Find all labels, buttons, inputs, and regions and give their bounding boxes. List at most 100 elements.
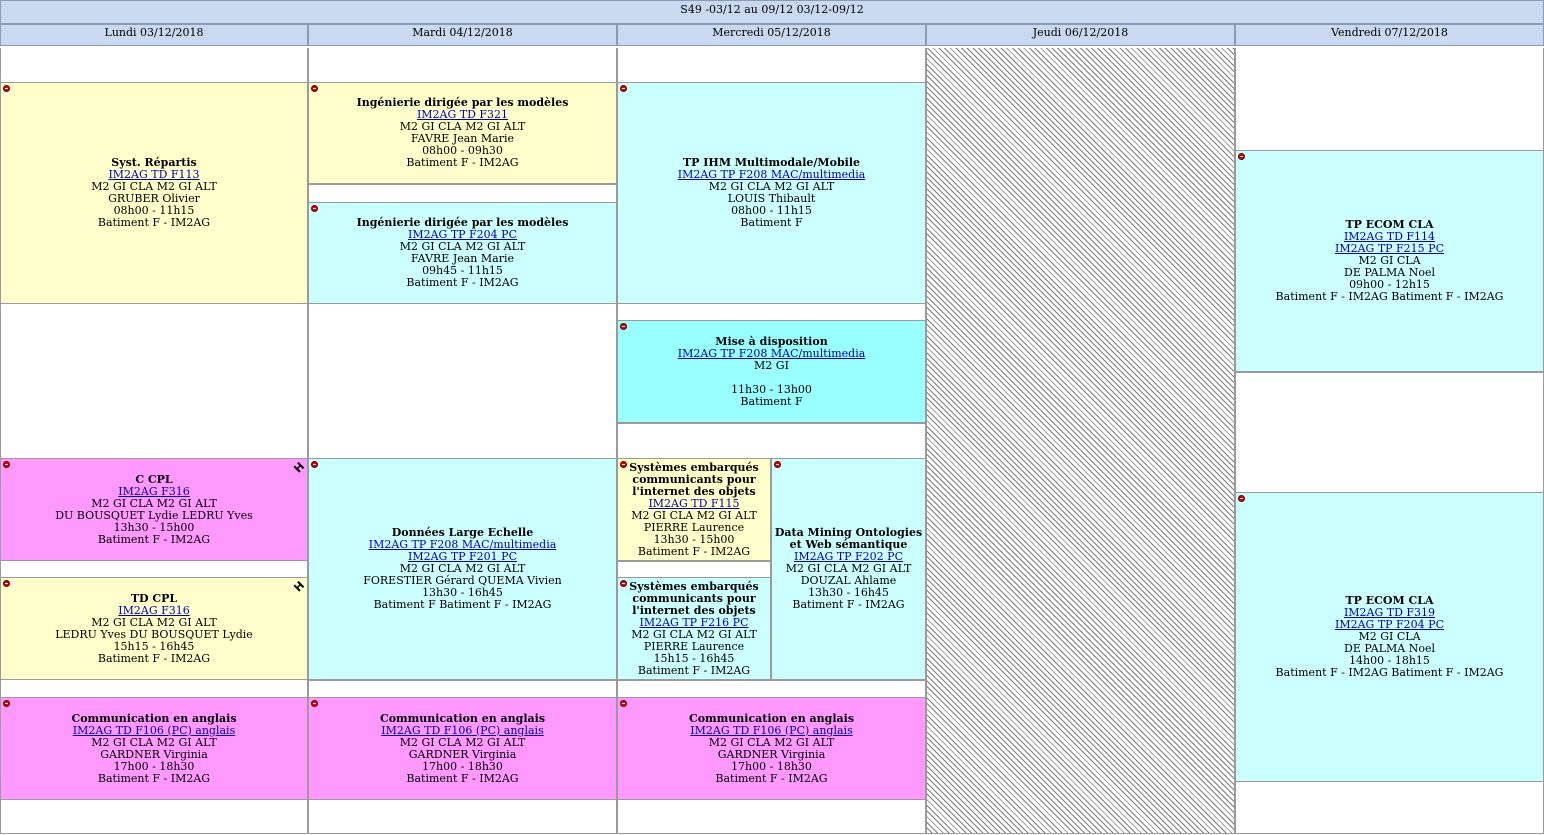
minus-icon[interactable] (311, 461, 318, 468)
event-title: TD CPL (130, 591, 178, 605)
empty-slot (1235, 372, 1544, 493)
event-location: Batiment F - IM2AG (792, 598, 905, 611)
event-location: Batiment F (740, 394, 803, 408)
room-link[interactable]: IM2AG TD F106 (PC) anglais (73, 724, 235, 737)
event-location: Batiment F - IM2AG (406, 771, 519, 785)
event-communication-anglais-tuesday[interactable]: Communication en anglais IM2AG TD F106 (… (308, 697, 617, 800)
event-title: Communication en anglais (379, 711, 546, 725)
event-tp-ecom-afternoon[interactable]: TP ECOM CLA IM2AG TD F319 IM2AG TP F204 … (1235, 492, 1544, 782)
event-location: Batiment F - IM2AG (97, 532, 211, 546)
event-location: Batiment F - IM2AG (97, 216, 211, 229)
room-link[interactable]: IM2AG TD F106 (PC) anglais (690, 724, 852, 737)
event-time: 15h15 - 16h45 (113, 639, 195, 653)
empty-slot (617, 561, 771, 578)
event-groups: M2 GI CLA M2 GI ALT (91, 615, 217, 629)
event-location: Batiment F - IM2AG (715, 771, 828, 785)
event-location: Batiment F - IM2AG (97, 771, 211, 785)
event-location: Batiment F - IM2AG (637, 544, 751, 558)
week-title: S49 -03/12 au 09/12 03/12-09/12 (0, 0, 1544, 24)
room-link[interactable]: IM2AG F316 (118, 604, 189, 617)
event-title: Systèmes embarqués communicants pour l'i… (629, 579, 759, 617)
event-communication-anglais-monday[interactable]: Communication en anglais IM2AG TD F106 (… (0, 697, 308, 800)
event-teacher: GARDNER Virginia (100, 747, 208, 761)
event-tp-ecom-morning[interactable]: TP ECOM CLA IM2AG TD F114 IM2AG TP F215 … (1235, 150, 1544, 372)
event-groups: M2 GI CLA M2 GI ALT (631, 508, 757, 522)
event-groups: M2 GI CLA M2 GI ALT (399, 735, 526, 749)
event-systemes-embarques-tp[interactable]: Systèmes embarqués communicants pour l'i… (617, 577, 771, 680)
event-time: 17h00 - 18h30 (113, 759, 195, 773)
minus-icon[interactable] (311, 85, 318, 92)
event-location: Batiment F - IM2AG Batiment F - IM2AG (1275, 666, 1504, 679)
minus-icon[interactable] (1238, 153, 1245, 160)
minus-icon[interactable] (311, 700, 318, 707)
event-groups: M2 GI (754, 358, 789, 372)
event-td-cpl[interactable]: H TD CPL IM2AG F316 M2 GI CLA M2 GI ALT … (0, 577, 308, 680)
event-time: 17h00 - 18h30 (731, 759, 812, 773)
day-header-monday: Lundi 03/12/2018 (0, 24, 308, 46)
minus-icon[interactable] (620, 323, 627, 330)
minus-icon[interactable] (3, 700, 10, 707)
event-location: Batiment F Batiment F - IM2AG (373, 598, 552, 611)
event-time: 17h00 - 18h30 (422, 759, 503, 773)
event-mise-a-disposition[interactable]: Mise à disposition IM2AG TP F208 MAC/mul… (617, 320, 926, 423)
event-title: Data Mining Ontologies et Web sémantique (774, 526, 923, 551)
empty-slot (308, 680, 617, 698)
event-data-mining[interactable]: Data Mining Ontologies et Web sémantique… (771, 458, 926, 680)
minus-icon[interactable] (3, 85, 10, 92)
day-header-wednesday: Mercredi 05/12/2018 (617, 24, 926, 46)
event-groups: M2 GI CLA M2 GI ALT (91, 496, 217, 510)
event-syst-repartis[interactable]: Syst. Répartis IM2AG TD F113 M2 GI CLA M… (0, 82, 308, 304)
h-icon: H (291, 459, 307, 476)
event-teacher: PIERRE Laurence (643, 639, 745, 653)
event-groups: M2 GI CLA M2 GI ALT (708, 735, 835, 749)
event-systemes-embarques-td[interactable]: Systèmes embarqués communicants pour l'i… (617, 458, 771, 561)
day-column-thursday-closed (926, 48, 1235, 834)
event-donnees-large-echelle[interactable]: Données Large Echelle IM2AG TP F208 MAC/… (308, 458, 617, 680)
room-link[interactable]: IM2AG TD F106 (PC) anglais (381, 724, 543, 737)
event-time: 13h30 - 15h00 (653, 532, 735, 546)
event-title: C CPL (135, 472, 173, 486)
room-link[interactable]: IM2AG TP F216 PC (639, 616, 748, 629)
minus-icon[interactable] (774, 461, 781, 468)
event-title: Communication en anglais (71, 711, 237, 725)
minus-icon[interactable] (620, 580, 627, 587)
room-link[interactable]: IM2AG TD F115 (648, 497, 739, 510)
event-location: Batiment F - IM2AG Batiment F - IM2AG (1275, 290, 1504, 303)
minus-icon[interactable] (1238, 495, 1245, 502)
event-communication-anglais-wednesday[interactable]: Communication en anglais IM2AG TD F106 (… (617, 697, 926, 800)
minus-icon[interactable] (3, 580, 10, 587)
event-ingenierie-modeles-tp[interactable]: Ingénierie dirigée par les modèles IM2AG… (308, 202, 617, 304)
event-location: Batiment F (740, 216, 803, 229)
empty-slot (308, 184, 617, 203)
event-teacher: LEDRU Yves DU BOUSQUET Lydie (55, 627, 253, 641)
event-title: Systèmes embarqués communicants pour l'i… (629, 460, 759, 498)
event-groups: M2 GI CLA M2 GI ALT (631, 627, 757, 641)
event-tp-ihm[interactable]: TP IHM Multimodale/Mobile IM2AG TP F208 … (617, 82, 926, 304)
day-header-friday: Vendredi 07/12/2018 (1235, 24, 1544, 46)
day-header-tuesday: Mardi 04/12/2018 (308, 24, 617, 46)
event-title: Mise à disposition (715, 334, 828, 348)
event-location: Batiment F - IM2AG (97, 651, 211, 665)
event-location: Batiment F - IM2AG (406, 276, 519, 289)
room-link[interactable]: IM2AG TP F208 MAC/multimedia (678, 347, 866, 360)
event-ingenierie-modeles-td[interactable]: Ingénierie dirigée par les modèles IM2AG… (308, 82, 617, 184)
empty-slot (617, 680, 926, 698)
event-title: Communication en anglais (688, 711, 855, 725)
h-icon: H (291, 578, 307, 595)
event-time: 13h30 - 15h00 (113, 520, 195, 534)
event-time: 11h30 - 13h00 (731, 382, 812, 396)
event-location: Batiment F - IM2AG (637, 663, 751, 677)
event-location: Batiment F - IM2AG (406, 156, 519, 169)
minus-icon[interactable] (620, 85, 627, 92)
event-groups: M2 GI CLA M2 GI ALT (91, 735, 217, 749)
minus-icon[interactable] (620, 461, 627, 468)
event-c-cpl[interactable]: H C CPL IM2AG F316 M2 GI CLA M2 GI ALT D… (0, 458, 308, 561)
event-teacher: GARDNER Virginia (408, 747, 517, 761)
event-time: 15h15 - 16h45 (653, 651, 735, 665)
room-link[interactable]: IM2AG F316 (118, 485, 189, 498)
event-teacher: DU BOUSQUET Lydie LEDRU Yves (55, 508, 253, 522)
minus-icon[interactable] (3, 461, 10, 468)
minus-icon[interactable] (311, 205, 318, 212)
minus-icon[interactable] (620, 700, 627, 707)
empty-slot (617, 423, 926, 459)
